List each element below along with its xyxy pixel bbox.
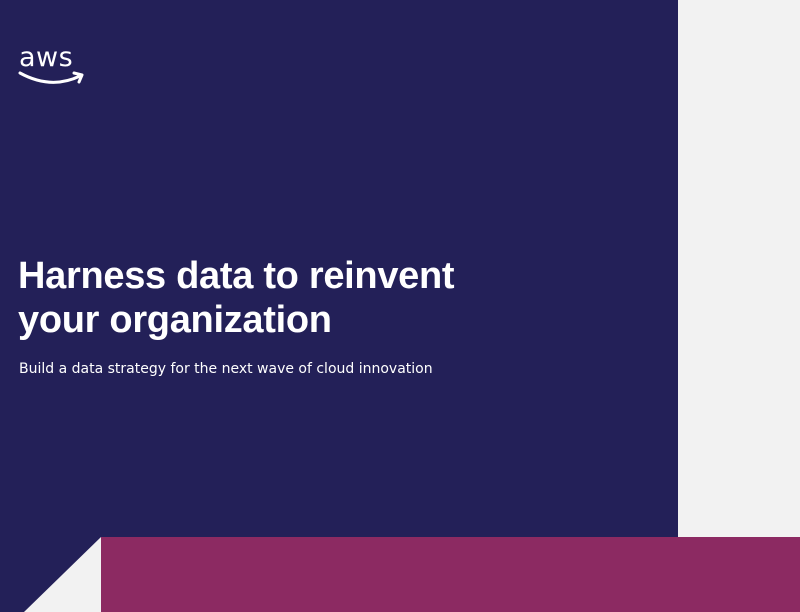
magenta-accent-band [101,537,800,612]
aws-logo-text: aws [19,42,73,73]
aws-logo: aws [18,42,84,84]
title-line-2: your organization [18,299,332,341]
page-subtitle: Build a data strategy for the next wave … [19,361,433,377]
page-title: Harness data to reinvent your organizati… [18,254,638,342]
cover-page: aws Harness data to reinvent your organi… [0,0,800,612]
hero-panel: aws Harness data to reinvent your organi… [0,0,678,612]
aws-smile-arrow-icon [18,71,84,84]
title-line-1: Harness data to reinvent [18,255,455,297]
